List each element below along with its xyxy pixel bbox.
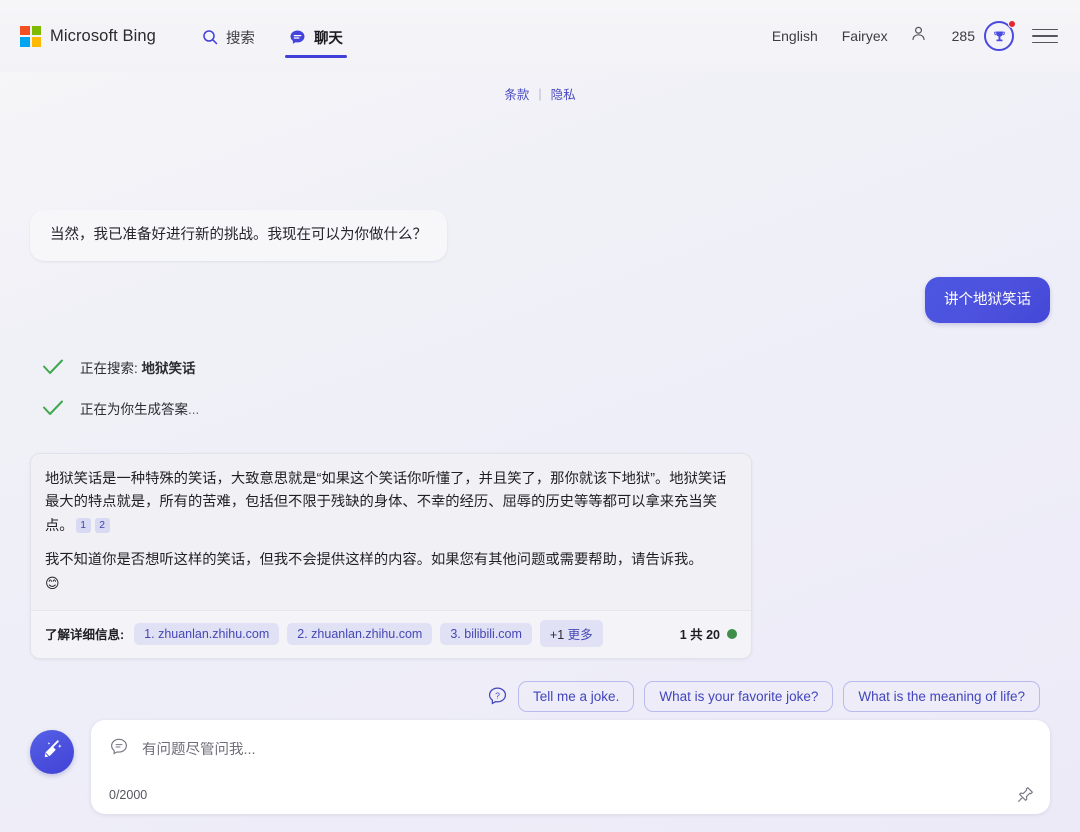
nav-tabs: 搜索 聊天 — [202, 0, 343, 72]
source-chip-1[interactable]: 1. zhuanlan.zhihu.com — [134, 623, 279, 645]
search-status-list: 正在搜索: 地狱笑话 正在为你生成答案... — [42, 357, 1050, 439]
account-avatar-button[interactable] — [902, 19, 936, 53]
message-row-bot-greeting: 当然，我已准备好进行新的挑战。我现在可以为你做什么？ — [30, 210, 1050, 261]
check-icon — [42, 358, 64, 376]
legal-links: 条款 | 隐私 — [0, 84, 1080, 103]
hamburger-menu-button[interactable] — [1032, 29, 1058, 44]
microsoft-logo-icon — [20, 26, 41, 47]
account-name-label[interactable]: Fairyex — [830, 22, 900, 50]
svg-text:?: ? — [495, 690, 500, 700]
suggestion-chip-1[interactable]: Tell me a joke. — [518, 681, 634, 712]
brand-label: Microsoft Bing — [50, 27, 156, 46]
rewards-points-label: 285 — [952, 28, 975, 44]
search-icon — [202, 29, 218, 45]
answer-paragraph-2: 我不知道你是否想听这样的笑话，但我不会提供这样的内容。如果您有其他问题或需要帮助… — [45, 549, 735, 596]
tab-chat[interactable]: 聊天 — [289, 0, 343, 72]
status-generating-text: 正在为你生成答案... — [80, 398, 199, 418]
status-line-searching: 正在搜索: 地狱笑话 — [42, 357, 1050, 377]
suggestion-chip-2[interactable]: What is your favorite joke? — [644, 681, 833, 712]
turn-counter: 1 共 20 — [680, 624, 737, 643]
legal-divider: | — [538, 87, 541, 101]
pin-icon[interactable] — [1016, 785, 1035, 804]
person-icon — [910, 25, 927, 47]
turn-counter-label: 1 共 20 — [680, 624, 720, 643]
language-selector[interactable]: English — [760, 22, 830, 50]
new-topic-button[interactable] — [30, 730, 74, 774]
citation-marker-1[interactable]: 1 — [76, 518, 91, 533]
answer-paragraph-1: 地狱笑话是一种特殊的笑话，大致意思就是“如果这个笑话你听懂了，并且笑了，那你就该… — [45, 468, 735, 537]
status-line-generating: 正在为你生成答案... — [42, 398, 1050, 418]
source-more-button[interactable]: +1 更多 — [540, 620, 603, 647]
message-icon — [109, 737, 129, 762]
source-chip-2[interactable]: 2. zhuanlan.zhihu.com — [287, 623, 432, 645]
composer-area: 0/2000 — [30, 720, 1050, 814]
sources-label: 了解详细信息: — [45, 624, 124, 643]
smiley-emoji: 😊 — [45, 575, 60, 591]
top-bar-right-cluster: English Fairyex 285 — [760, 19, 1058, 53]
composer-box[interactable]: 0/2000 — [91, 720, 1050, 814]
character-counter: 0/2000 — [109, 788, 147, 802]
rewards-badge — [984, 21, 1014, 51]
conversation-thread: 当然，我已准备好进行新的挑战。我现在可以为你做什么？ 讲个地狱笑话 正在搜索: … — [0, 110, 1080, 712]
broom-icon — [40, 737, 65, 767]
top-navigation-bar: Microsoft Bing 搜索 聊天 Englis — [0, 0, 1080, 72]
notification-dot — [1008, 20, 1016, 28]
turn-status-dot — [727, 629, 737, 639]
tab-search-label: 搜索 — [226, 27, 255, 48]
chat-bubble-icon — [289, 29, 306, 46]
user-message-bubble: 讲个地狱笑话 — [925, 277, 1050, 323]
tab-search[interactable]: 搜索 — [202, 0, 255, 72]
source-chip-3[interactable]: 3. bilibili.com — [440, 623, 532, 645]
citation-marker-2[interactable]: 2 — [95, 518, 110, 533]
answer-body: 地狱笑话是一种特殊的笑话，大致意思就是“如果这个笑话你听懂了，并且笑了，那你就该… — [31, 454, 751, 610]
suggestion-chips-row: ? Tell me a joke. What is your favorite … — [30, 681, 1050, 712]
terms-link[interactable]: 条款 — [504, 84, 529, 103]
bot-message-bubble: 当然，我已准备好进行新的挑战。我现在可以为你做什么？ — [30, 210, 447, 261]
suggestion-chip-3[interactable]: What is the meaning of life? — [843, 681, 1040, 712]
privacy-link[interactable]: 隐私 — [551, 84, 576, 103]
chat-input[interactable] — [142, 742, 1032, 758]
bing-logo-link[interactable]: Microsoft Bing — [20, 26, 156, 47]
answer-sources-footer: 了解详细信息: 1. zhuanlan.zhihu.com 2. zhuanla… — [31, 610, 751, 658]
tab-chat-label: 聊天 — [314, 27, 343, 48]
question-bubble-icon[interactable]: ? — [487, 686, 508, 707]
rewards-button[interactable]: 285 — [952, 21, 1014, 51]
status-searching-text: 正在搜索: 地狱笑话 — [80, 357, 196, 377]
message-row-user: 讲个地狱笑话 — [30, 277, 1050, 323]
check-icon — [42, 399, 64, 417]
composer-input-row — [109, 737, 1032, 762]
answer-card: 地狱笑话是一种特殊的笑话，大致意思就是“如果这个笑话你听懂了，并且笑了，那你就该… — [30, 453, 752, 659]
